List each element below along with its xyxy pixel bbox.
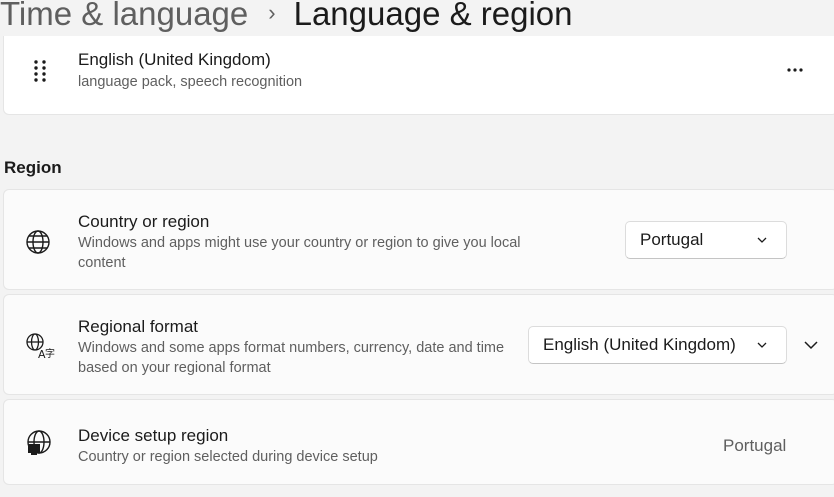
breadcrumb-separator: ›: [268, 0, 276, 25]
regional-format-subtitle: Windows and some apps format numbers, cu…: [78, 340, 505, 376]
regional-format-title: Regional format: [78, 317, 199, 336]
language-title: English (United Kingdom): [78, 50, 271, 69]
language-item-english-uk[interactable]: English (United Kingdom) language pack, …: [3, 36, 834, 115]
device-setup-region-row: Device setup region Country or region se…: [3, 399, 834, 485]
country-subtitle: Windows and apps might use your country …: [78, 235, 521, 271]
globe-icon: [24, 228, 52, 256]
language-subtitle: language pack, speech recognition: [78, 74, 303, 90]
page-title: Language & region: [293, 0, 573, 32]
regional-format-row[interactable]: A 字 Regional format Windows and some app…: [3, 294, 834, 395]
chevron-down-icon: [757, 237, 767, 243]
breadcrumb-parent-link[interactable]: Time & language: [0, 0, 248, 33]
drag-handle-icon[interactable]: [30, 58, 50, 84]
country-dropdown-value: Portugal: [640, 230, 704, 249]
device-region-subtitle: Country or region selected during device…: [78, 449, 378, 465]
svg-text:字: 字: [45, 347, 55, 360]
expand-chevron-icon[interactable]: [801, 337, 821, 353]
chevron-down-icon: [757, 342, 767, 348]
device-region-value: Portugal: [723, 436, 787, 455]
more-options-icon[interactable]: [783, 62, 807, 78]
globe-device-icon: [24, 428, 54, 458]
language-format-icon: A 字: [24, 331, 56, 361]
regional-format-dropdown-value: English (United Kingdom): [543, 335, 736, 354]
country-or-region-row: Country or region Windows and apps might…: [3, 189, 834, 290]
device-region-title: Device setup region: [78, 426, 229, 445]
regional-format-dropdown[interactable]: English (United Kingdom): [528, 326, 787, 364]
region-section-title: Region: [4, 158, 62, 177]
settings-page: Time & language › Language & region Engl…: [0, 0, 834, 497]
country-title: Country or region: [78, 212, 210, 231]
country-dropdown[interactable]: Portugal: [625, 221, 787, 259]
